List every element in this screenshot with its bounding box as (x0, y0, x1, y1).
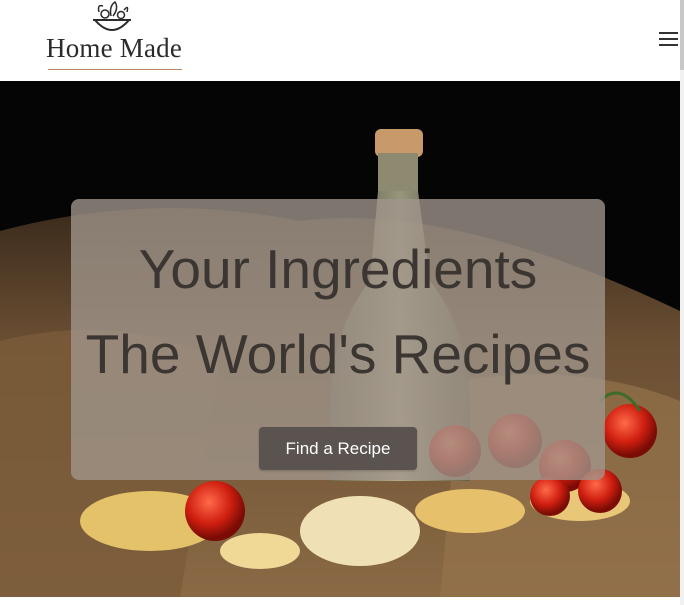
home-made-logo[interactable]: Home Made (46, 0, 182, 72)
find-recipe-button[interactable]: Find a Recipe (259, 427, 417, 470)
site-header: Home Made (0, 0, 680, 81)
hero-section: Your Ingredients The World's Recipes Fin… (0, 81, 680, 597)
logo-text: Home Made (46, 33, 183, 63)
logo-underline (48, 69, 182, 70)
hero-headline-line2: The World's Recipes (85, 323, 591, 385)
scrollbar-thumb[interactable] (680, 0, 684, 70)
page-scrollbar[interactable] (680, 0, 684, 605)
hamburger-menu-icon[interactable] (656, 28, 680, 50)
hero-overlay-card: Your Ingredients The World's Recipes Fin… (71, 199, 605, 480)
page-bottom-strip (0, 597, 680, 605)
hero-headline-line1: Your Ingredients (138, 238, 538, 300)
